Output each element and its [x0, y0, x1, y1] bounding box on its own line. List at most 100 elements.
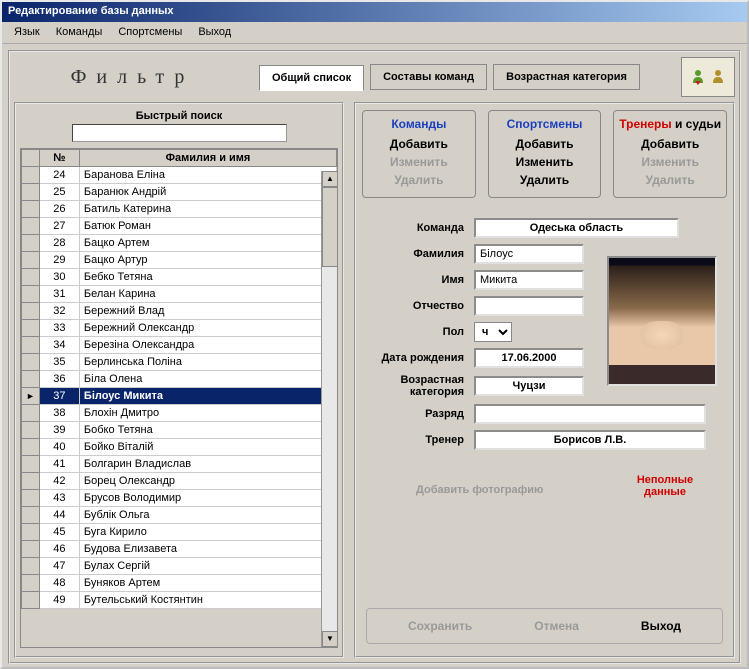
table-row[interactable]: 25Баранюк Андрій [22, 184, 337, 201]
row-number: 48 [39, 575, 79, 592]
row-name: Бойко Віталій [79, 439, 336, 456]
table-row[interactable]: 40Бойко Віталій [22, 439, 337, 456]
tab-age-category[interactable]: Возрастная категория [493, 64, 640, 90]
row-marker [22, 507, 40, 524]
table-row[interactable]: 45Буга Кирило [22, 524, 337, 541]
athletes-grid: № Фамилия и имя 24Баранова Еліна25Бараню… [20, 148, 338, 648]
table-row[interactable]: 46Будова Елизавета [22, 541, 337, 558]
table-row[interactable]: 49Бутельський Костянтин [22, 592, 337, 609]
window-title: Редактирование базы данных [2, 2, 747, 22]
menu-teams[interactable]: Команды [48, 24, 111, 41]
row-name: Батиль Катерина [79, 201, 336, 218]
coach-field[interactable]: Борисов Л.В. [474, 430, 706, 450]
row-marker-header [22, 150, 40, 167]
table-row[interactable]: 47Булах Сергій [22, 558, 337, 575]
agecat-field[interactable] [474, 376, 584, 396]
person-icon[interactable] [710, 69, 726, 85]
athletes-add-button[interactable]: Добавить [493, 137, 597, 151]
table-row[interactable]: 42Борец Олександр [22, 473, 337, 490]
exit-button[interactable]: Выход [641, 619, 681, 633]
table-row[interactable]: 36Біла Олена [22, 371, 337, 388]
row-marker [22, 490, 40, 507]
row-marker [22, 235, 40, 252]
table-row[interactable]: 30Бебко Тетяна [22, 269, 337, 286]
row-name: Біла Олена [79, 371, 336, 388]
scroll-thumb[interactable] [322, 187, 338, 267]
scroll-down-arrow[interactable]: ▼ [322, 631, 338, 647]
right-panel: Команды Добавить Изменить Удалить Спортс… [354, 102, 735, 658]
coaches-delete-button: Удалить [618, 173, 722, 187]
scroll-up-arrow[interactable]: ▲ [322, 171, 338, 187]
teams-add-button[interactable]: Добавить [367, 137, 471, 151]
table-row[interactable]: 41Болгарин Владислав [22, 456, 337, 473]
row-marker [22, 371, 40, 388]
table-row[interactable]: 29Бацко Артур [22, 252, 337, 269]
table-row[interactable]: 24Баранова Еліна [22, 167, 337, 184]
athletes-edit-button[interactable]: Изменить [493, 155, 597, 169]
lastname-label: Фамилия [362, 248, 474, 260]
menu-language[interactable]: Язык [6, 24, 48, 41]
row-number: 32 [39, 303, 79, 320]
row-number: 24 [39, 167, 79, 184]
table-row[interactable]: 43Брусов Володимир [22, 490, 337, 507]
row-name: Буга Кирило [79, 524, 336, 541]
team-field[interactable]: Одеська область [474, 218, 679, 238]
table-row[interactable]: 31Белан Карина [22, 286, 337, 303]
row-number: 31 [39, 286, 79, 303]
row-marker [22, 303, 40, 320]
firstname-field[interactable] [474, 270, 584, 290]
row-number: 34 [39, 337, 79, 354]
column-name[interactable]: Фамилия и имя [79, 150, 336, 167]
dob-field[interactable] [474, 348, 584, 368]
middlename-field[interactable] [474, 296, 584, 316]
row-number: 28 [39, 235, 79, 252]
row-marker [22, 592, 40, 609]
table-row[interactable]: 44Бублік Ольга [22, 507, 337, 524]
row-marker [22, 473, 40, 490]
table-row[interactable]: 39Бобко Тетяна [22, 422, 337, 439]
tabs: Общий список Составы команд Возрастная к… [259, 64, 673, 90]
row-marker [22, 405, 40, 422]
tab-team-compositions[interactable]: Составы команд [370, 64, 487, 90]
table-row[interactable]: 33Бережний Олександр [22, 320, 337, 337]
menubar: Язык Команды Спортсмены Выход [2, 22, 747, 44]
table-row[interactable]: 37Білоус Микита [22, 388, 337, 405]
row-name: Бублік Ольга [79, 507, 336, 524]
menu-athletes[interactable]: Спортсмены [110, 24, 190, 41]
row-marker [22, 575, 40, 592]
table-row[interactable]: 35Берлинська Поліна [22, 354, 337, 371]
table-row[interactable]: 38Блохін Дмитро [22, 405, 337, 422]
quick-search-input[interactable] [72, 124, 287, 142]
person-down-icon[interactable] [690, 69, 706, 85]
row-number: 25 [39, 184, 79, 201]
dob-label: Дата рождения [362, 352, 474, 364]
table-row[interactable]: 28Бацко Артем [22, 235, 337, 252]
add-photo-link[interactable]: Добавить фотографию [416, 484, 543, 496]
save-button: Сохранить [408, 619, 472, 633]
table-row[interactable]: 27Батюк Роман [22, 218, 337, 235]
menu-exit[interactable]: Выход [190, 24, 239, 41]
row-marker [22, 354, 40, 371]
quick-search-label: Быстрый поиск [20, 110, 338, 122]
coaches-add-button[interactable]: Добавить [618, 137, 722, 151]
filter-label: Фильтр [14, 66, 251, 89]
section-athletes-title: Спортсмены [493, 117, 597, 131]
table-row[interactable]: 34Березіна Олександра [22, 337, 337, 354]
tab-common-list[interactable]: Общий список [259, 65, 364, 91]
rank-field[interactable] [474, 404, 706, 424]
left-panel: Быстрый поиск № Фамилия и имя 24Баранова… [14, 102, 344, 658]
lastname-field[interactable] [474, 244, 584, 264]
table-row[interactable]: 48Буняков Артем [22, 575, 337, 592]
athlete-photo[interactable] [607, 256, 717, 386]
table-row[interactable]: 26Батиль Катерина [22, 201, 337, 218]
row-name: Білоус Микита [79, 388, 336, 405]
sex-label: Пол [362, 326, 474, 338]
row-number: 27 [39, 218, 79, 235]
sex-select[interactable]: ч [474, 322, 512, 342]
grid-scrollbar[interactable]: ▲ ▼ [321, 171, 337, 647]
athletes-delete-button[interactable]: Удалить [493, 173, 597, 187]
top-row: Фильтр Общий список Составы команд Возра… [14, 56, 735, 98]
row-marker [22, 422, 40, 439]
column-number[interactable]: № [39, 150, 79, 167]
table-row[interactable]: 32Бережний Влад [22, 303, 337, 320]
